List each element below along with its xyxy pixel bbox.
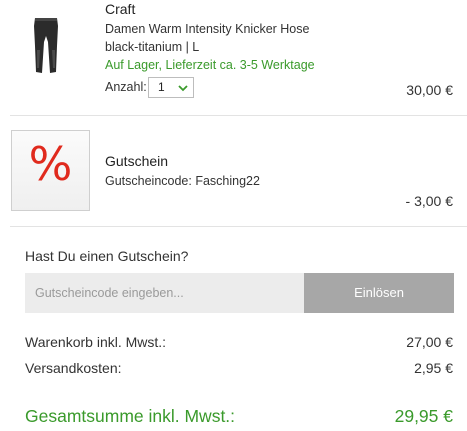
quantity-select[interactable]: 1 bbox=[148, 77, 194, 98]
shipping-value: 2,95 € bbox=[414, 360, 453, 376]
product-variant: black-titanium | L bbox=[105, 40, 200, 54]
shipping-label: Versandkosten: bbox=[25, 360, 122, 376]
grand-total-label: Gesamtsumme inkl. Mwst.: bbox=[25, 406, 236, 426]
cart-total-label: Warenkorb inkl. Mwst.: bbox=[25, 334, 167, 350]
divider bbox=[10, 226, 467, 227]
product-name[interactable]: Damen Warm Intensity Knicker Hose bbox=[105, 22, 309, 36]
product-brand[interactable]: Craft bbox=[105, 1, 135, 17]
quantity-value: 1 bbox=[158, 80, 165, 94]
divider bbox=[10, 115, 467, 116]
voucher-discount: - 3,00 € bbox=[405, 193, 453, 209]
grand-total-value: 29,95 € bbox=[394, 406, 453, 426]
redeem-button[interactable]: Einlösen bbox=[304, 273, 454, 313]
voucher-code: Gutscheincode: Fasching22 bbox=[105, 174, 260, 188]
voucher-title: Gutschein bbox=[105, 153, 169, 169]
product-image[interactable] bbox=[26, 16, 66, 78]
percent-icon: % bbox=[28, 137, 73, 191]
voucher-image: % bbox=[11, 130, 90, 211]
cart-total-value: 27,00 € bbox=[406, 334, 453, 350]
coupon-code-input[interactable] bbox=[25, 273, 305, 313]
quantity-label: Anzahl: bbox=[105, 80, 147, 94]
product-price: 30,00 € bbox=[406, 82, 453, 98]
coupon-question: Hast Du einen Gutschein? bbox=[25, 248, 189, 264]
chevron-down-icon bbox=[177, 81, 189, 93]
stock-status: Auf Lager, Lieferzeit ca. 3-5 Werktage bbox=[105, 58, 315, 72]
